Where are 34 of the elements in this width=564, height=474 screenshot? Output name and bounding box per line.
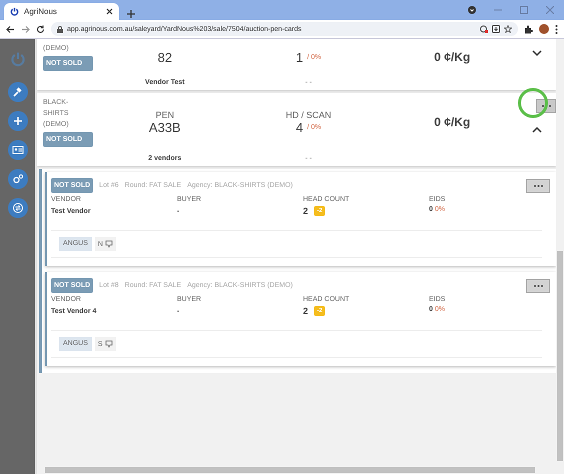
comment-icon [104, 340, 113, 348]
hd-scan-label: HD / SCAN [286, 110, 332, 120]
pen-label: PEN [156, 110, 174, 120]
swap-icon[interactable] [8, 198, 28, 218]
price: 0 ¢/Kg [433, 50, 472, 64]
plus-icon[interactable] [8, 111, 28, 131]
head-count: 1 [296, 50, 304, 64]
more-button[interactable] [526, 279, 550, 293]
head-count: 2 [303, 206, 308, 216]
new-tab-icon[interactable] [127, 10, 135, 18]
pen-number: A33B [148, 120, 181, 134]
pen-number: 82 [158, 50, 172, 64]
install-icon[interactable] [492, 25, 500, 33]
close-icon[interactable] [106, 8, 113, 15]
puzzle-icon[interactable] [524, 24, 533, 34]
power-logo-icon [10, 7, 19, 16]
head-count: 2 [303, 306, 308, 316]
comment-icon [104, 240, 113, 248]
back-icon[interactable] [6, 24, 15, 34]
lock-icon [57, 26, 63, 32]
reload-icon[interactable] [36, 24, 45, 34]
forward-icon[interactable] [21, 24, 30, 34]
id-card-icon[interactable] [8, 140, 28, 160]
star-icon[interactable] [504, 25, 512, 33]
chevron-down-icon[interactable] [532, 50, 542, 57]
browser-tab[interactable]: AgriNous [4, 3, 119, 20]
menu-icon[interactable] [555, 24, 558, 34]
gavel-icon[interactable] [8, 82, 28, 102]
chevron-up-icon[interactable] [532, 126, 542, 133]
more-button[interactable] [526, 179, 550, 193]
head-count: 4 [296, 120, 304, 134]
profile-avatar[interactable] [539, 24, 549, 34]
click-highlight [518, 88, 548, 118]
price: 0 ¢/Kg [433, 115, 472, 129]
